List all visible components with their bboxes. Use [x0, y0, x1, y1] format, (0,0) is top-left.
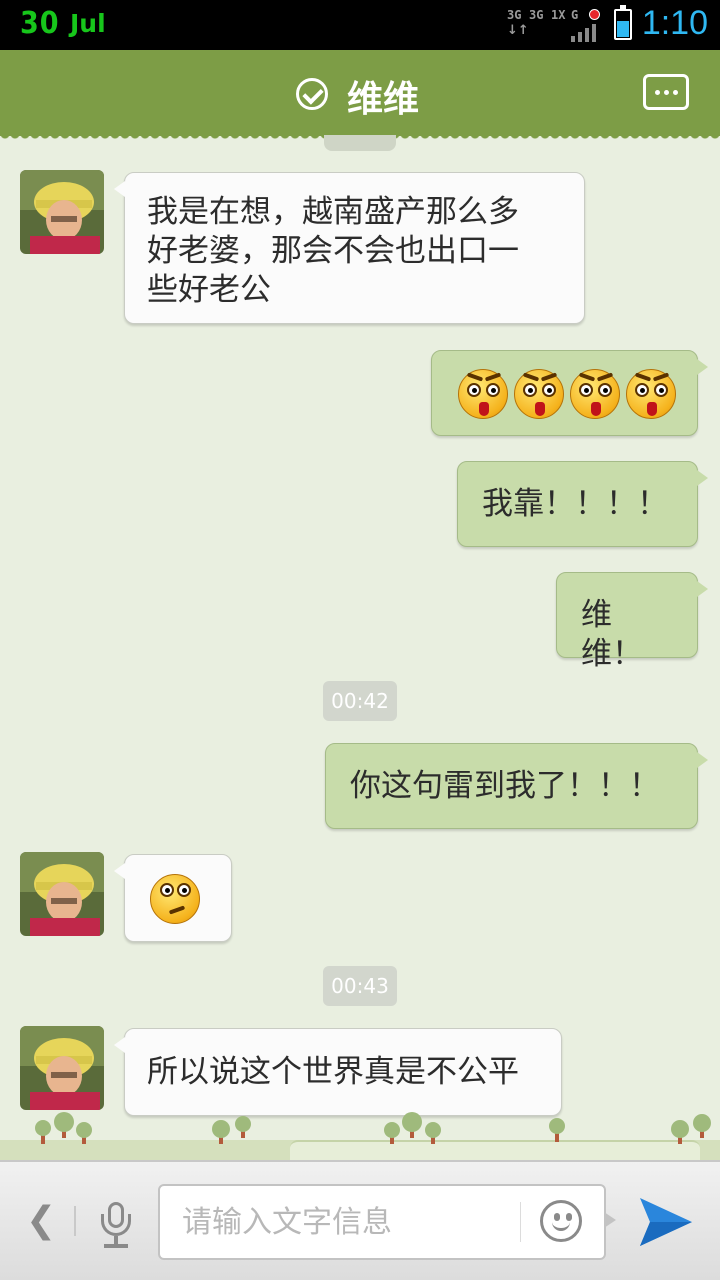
send-icon[interactable]	[636, 1192, 696, 1248]
divider	[74, 1206, 76, 1236]
status-time: 1:10	[641, 4, 708, 42]
landscape-decoration	[0, 1112, 720, 1162]
net-1x-label: 1X	[551, 8, 566, 22]
chat-header: 维维	[0, 50, 720, 142]
timestamp: 00:42	[323, 681, 397, 721]
chat-title: 维维	[347, 79, 420, 120]
avatar[interactable]	[20, 170, 104, 254]
message-line: 好老婆，那会不会也出口一	[147, 233, 519, 269]
message-input[interactable]	[182, 1202, 512, 1242]
message-text: 所以说这个世界真是不公平	[147, 1054, 519, 1090]
battery-icon	[614, 5, 632, 40]
message-bubble-outgoing[interactable]: 你这句雷到我了！！！	[325, 743, 708, 829]
avatar[interactable]	[20, 852, 104, 936]
net-3g-label: 3G	[507, 8, 522, 22]
message-bubble-outgoing[interactable]: 我靠！！！！	[457, 461, 708, 547]
message-text: 你这句雷到我了！！！	[350, 768, 660, 804]
puzzled-face-icon	[150, 874, 200, 924]
shocked-face-icon	[570, 369, 620, 419]
input-bar: ❮	[0, 1160, 720, 1280]
shocked-face-icon	[514, 369, 564, 419]
status-date-month: Jul	[70, 9, 106, 38]
message-bubble-outgoing[interactable]: 维维！	[556, 572, 708, 672]
signal-bars-icon	[571, 24, 596, 42]
net-g-label: G	[571, 8, 579, 22]
microphone-icon[interactable]	[98, 1202, 134, 1250]
message-bubble-incoming[interactable]: 我是在想，越南盛产那么多 好老婆，那会不会也出口一 些好老公	[114, 172, 585, 324]
timestamp: 00:43	[323, 966, 397, 1006]
avatar[interactable]	[20, 1026, 104, 1110]
check-circle-icon	[296, 78, 328, 110]
net-3g-label: 3G	[529, 8, 544, 22]
message-line: 我是在想，越南盛产那么多	[147, 194, 519, 230]
message-text: 维维！	[581, 597, 643, 672]
blocked-icon	[589, 9, 600, 20]
smiley-icon[interactable]	[540, 1200, 582, 1242]
status-bar: 30 Jul 3G 3G 1X G ↓↑ 1:10	[0, 0, 720, 50]
status-date-day: 30	[20, 6, 60, 41]
message-input-box	[158, 1184, 616, 1260]
shocked-face-icon	[458, 369, 508, 419]
more-dots-icon[interactable]	[643, 74, 689, 110]
shocked-face-icon	[626, 369, 676, 419]
message-bubble-incoming[interactable]: 所以说这个世界真是不公平	[114, 1028, 562, 1116]
load-more-tab[interactable]	[324, 135, 396, 151]
message-bubble-incoming[interactable]	[114, 854, 232, 942]
data-arrows-icon: ↓↑	[507, 23, 529, 38]
message-text: 我靠！！！！	[482, 486, 668, 522]
message-line: 些好老公	[147, 272, 271, 308]
chevron-left-icon[interactable]: ❮	[26, 1200, 56, 1241]
message-bubble-outgoing[interactable]	[431, 350, 708, 436]
